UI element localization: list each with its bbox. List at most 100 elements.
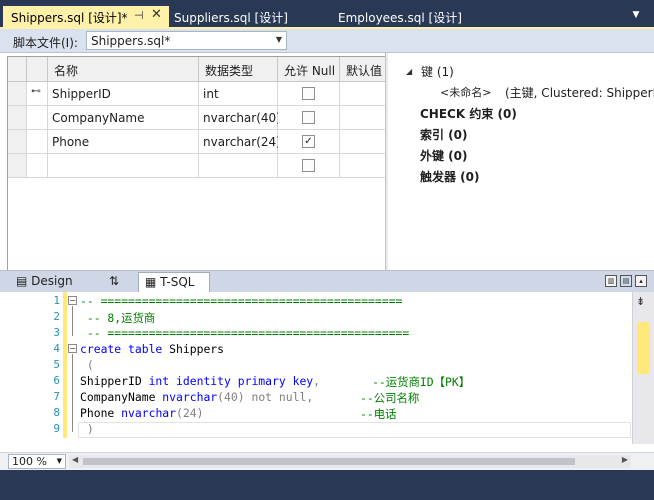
cell-default[interactable]: [340, 154, 386, 178]
line-number: 2: [53, 310, 60, 323]
swap-icon: ⇅: [109, 274, 120, 288]
code-punct: (40): [217, 390, 252, 404]
cell-data-type[interactable]: nvarchar(24): [199, 130, 281, 154]
code-comment: --电话: [360, 407, 397, 421]
check-constraints-node[interactable]: CHECK 约束 (0): [420, 105, 517, 122]
cell-column-name[interactable]: [48, 154, 199, 178]
collapse-triangle-icon[interactable]: ◢: [406, 67, 412, 76]
grid-corner: [8, 57, 27, 82]
allow-null-checkbox[interactable]: [302, 159, 315, 172]
changed-lines-marker: [63, 292, 67, 438]
cell-allow-null: ✓: [278, 130, 340, 154]
row-indicator: ⊷: [27, 82, 48, 106]
editor-vertical-scrollbar[interactable]: ⇟: [632, 292, 654, 444]
key-detail: (主键, Clustered: ShipperI: [505, 86, 654, 100]
triggers-node[interactable]: 触发器 (0): [420, 168, 480, 185]
code-comment: --运货商ID【PK】: [372, 375, 471, 389]
swap-panes-button[interactable]: ⇅: [103, 272, 133, 292]
tab-shippers[interactable]: Shippers.sql [设计]* ⊣ ✕: [3, 6, 169, 27]
cell-allow-null: [278, 106, 340, 130]
close-icon[interactable]: ✕: [151, 7, 162, 22]
foreign-keys-node[interactable]: 外键 (0): [420, 147, 468, 164]
current-line-highlight: [78, 422, 631, 438]
tab-employees[interactable]: Employees.sql [设计]: [330, 6, 462, 27]
line-number: 9: [53, 422, 60, 435]
zoom-combo[interactable]: 100 % ▼: [8, 454, 66, 469]
script-file-value: Shippers.sql*: [91, 34, 171, 48]
row-indicator: [27, 130, 48, 154]
scrollbar-thumb[interactable]: [83, 458, 575, 465]
row-selector[interactable]: [8, 130, 27, 154]
tsql-editor[interactable]: 1 2 3 4 5 6 7 8 9 − − -- ===============…: [0, 292, 654, 452]
row-selector[interactable]: [8, 82, 27, 106]
row-indicator: [27, 154, 48, 178]
header-datatype[interactable]: 数据类型: [199, 57, 278, 82]
cell-data-type[interactable]: int: [199, 82, 278, 106]
script-file-combo[interactable]: Shippers.sql* ▼: [86, 31, 287, 50]
collapse-pane-icon[interactable]: ▴: [635, 275, 647, 287]
editor-horizontal-scrollbar[interactable]: ◀ ▶: [69, 455, 631, 468]
tab-suppliers[interactable]: Suppliers.sql [设计]: [166, 6, 288, 27]
cell-default[interactable]: [340, 82, 386, 106]
scrollbar-thumb[interactable]: [637, 322, 650, 374]
chevron-down-icon[interactable]: ▼: [276, 35, 282, 44]
code-line-7: CompanyName nvarchar(40) not null, --公司名称: [80, 390, 419, 405]
cell-allow-null: [278, 154, 340, 178]
vertical-split-icon[interactable]: ▥: [605, 275, 617, 287]
code-text: Phone: [80, 406, 122, 420]
split-handle-icon[interactable]: ⇟: [636, 295, 645, 308]
tab-list-dropdown-icon[interactable]: ▼: [628, 8, 644, 24]
horizontal-split-icon[interactable]: ▤: [620, 275, 632, 287]
fold-toggle-icon[interactable]: −: [68, 344, 77, 353]
code-keyword: nvarchar: [162, 390, 218, 404]
line-number: 5: [53, 358, 60, 371]
code-text: Shippers: [162, 342, 225, 356]
cell-data-type[interactable]: nvarchar(40): [199, 106, 281, 130]
code-line-9: ): [80, 422, 94, 436]
allow-null-checkbox-checked[interactable]: ✓: [302, 135, 315, 148]
code-comment: --公司名称: [360, 391, 420, 405]
tab-design[interactable]: ▤ Design: [10, 272, 103, 292]
cell-column-name[interactable]: CompanyName: [48, 106, 199, 130]
line-number: 8: [53, 406, 60, 419]
code-punct: (24): [176, 406, 204, 420]
cell-default[interactable]: [340, 106, 386, 130]
line-number-gutter: 1 2 3 4 5 6 7 8 9: [0, 292, 60, 452]
unnamed-key[interactable]: <未命名>: [440, 84, 491, 100]
window-footer: [0, 470, 654, 500]
cell-allow-null: [278, 82, 340, 106]
scroll-left-icon[interactable]: ◀: [72, 455, 78, 464]
row-selector[interactable]: [8, 106, 27, 130]
grid-corner-2: [27, 57, 48, 82]
code-keyword: nvarchar: [121, 406, 177, 420]
fold-toggle-icon[interactable]: −: [68, 296, 77, 305]
tab-tsql[interactable]: ▦ T-SQL: [138, 272, 210, 292]
code-punct: ,: [313, 374, 321, 388]
cell-data-type[interactable]: [199, 154, 278, 178]
code-line-5: (: [80, 358, 94, 372]
allow-null-checkbox[interactable]: [302, 87, 315, 100]
header-name[interactable]: 名称: [48, 57, 199, 82]
row-selector[interactable]: [8, 154, 27, 178]
code-text: CompanyName: [80, 390, 163, 404]
cell-default[interactable]: [340, 130, 386, 154]
cell-column-name[interactable]: Phone: [48, 130, 199, 154]
script-file-bar: 脚本文件(I): Shippers.sql* ▼: [0, 29, 654, 53]
tab-label: Employees.sql [设计]: [338, 11, 462, 25]
allow-null-checkbox[interactable]: [302, 111, 315, 124]
pin-icon[interactable]: ⊣: [134, 9, 144, 22]
code-keyword-gray: not null: [251, 390, 307, 404]
indexes-node[interactable]: 索引 (0): [420, 126, 468, 143]
scroll-right-icon[interactable]: ▶: [622, 455, 628, 464]
cell-column-name[interactable]: ShipperID: [48, 82, 199, 106]
header-allow-null[interactable]: 允许 Null: [278, 57, 340, 82]
chevron-down-icon[interactable]: ▼: [57, 457, 62, 465]
keys-node[interactable]: 键 (1): [421, 63, 454, 80]
header-default[interactable]: 默认值: [340, 57, 386, 82]
document-tab-strip: Shippers.sql [设计]* ⊣ ✕ Suppliers.sql [设计…: [0, 0, 654, 29]
editor-bottom-bar: 100 % ▼ ◀ ▶: [0, 452, 654, 470]
primary-key-icon: ⊷: [31, 86, 41, 97]
line-number: 6: [53, 374, 60, 387]
code-punct: ,: [306, 390, 314, 404]
fold-guide: [72, 306, 73, 336]
